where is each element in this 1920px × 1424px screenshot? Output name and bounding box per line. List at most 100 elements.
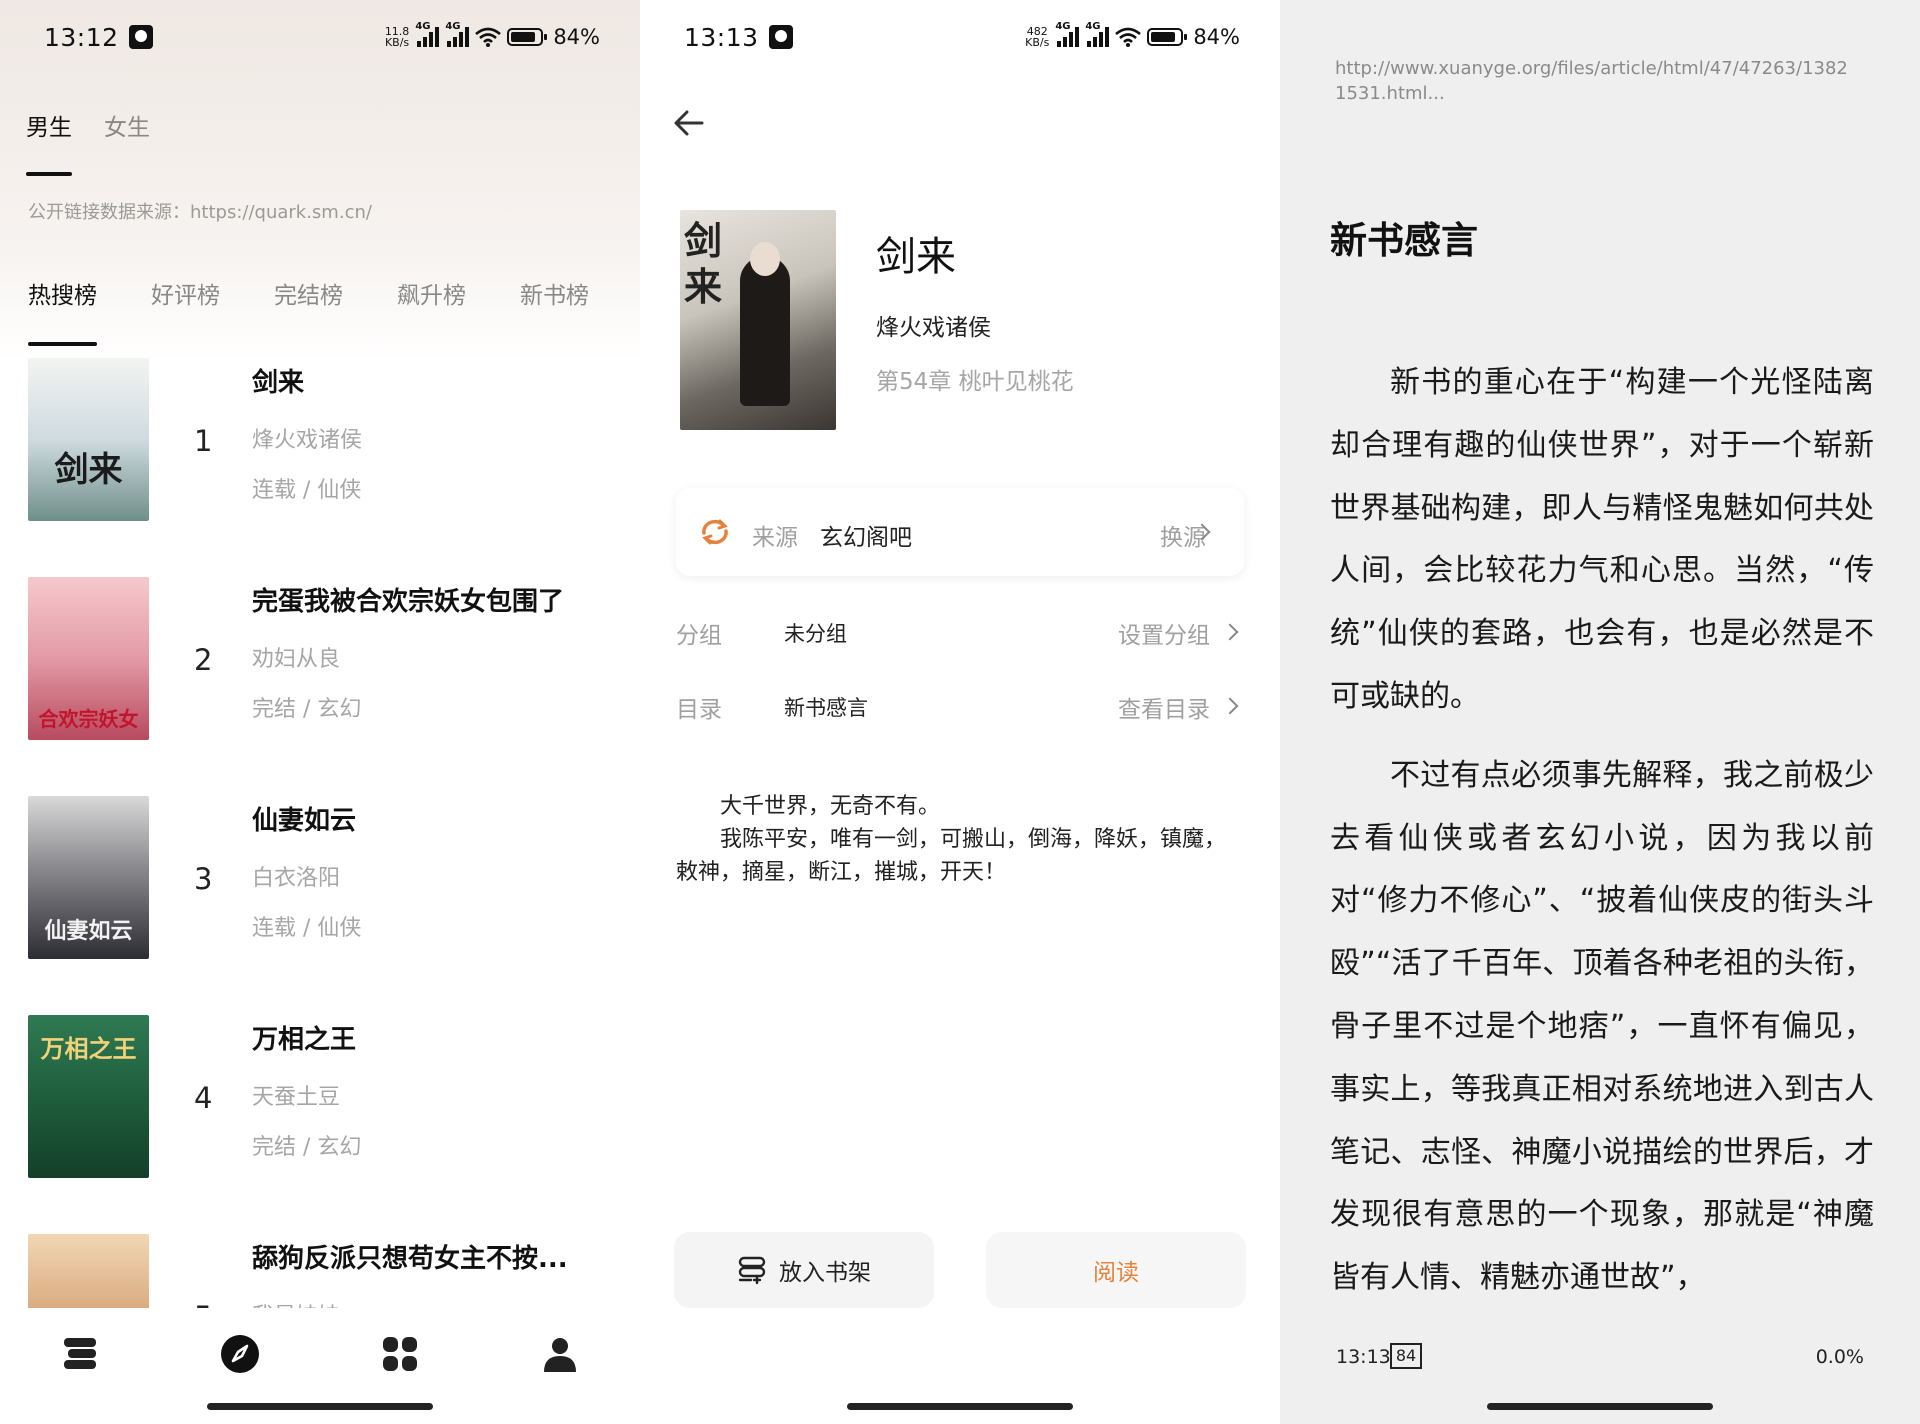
book-author[interactable]: 烽火戏诸侯 <box>876 308 991 342</box>
tab-male[interactable]: 男生 <box>26 108 72 176</box>
notification-icon <box>128 25 153 49</box>
net-speed-unit: KB/s <box>1025 36 1050 49</box>
read-label: 阅读 <box>1093 1260 1139 1286</box>
book-cover: 合欢宗妖女 <box>28 577 149 740</box>
reader-footer: 13:13 84 0.0% <box>1336 1343 1864 1376</box>
book-author: 天蚕土豆 <box>252 1085 341 1110</box>
signal-icon: 4G <box>1085 21 1110 47</box>
signal-type: 4G <box>1085 21 1101 32</box>
book-author: 我是娃娃 <box>252 1298 340 1308</box>
book-tags: 连载 / 仙侠 <box>252 916 362 941</box>
battery-icon <box>1147 28 1188 46</box>
cover-title: 剑来 <box>54 450 123 490</box>
book-cover: 万相之王 <box>28 1015 149 1178</box>
rank-list: 剑来 1 剑来 烽火戏诸侯 连载 / 仙侠 合欢宗妖女 2 完蛋我被合欢宗妖女包… <box>28 358 620 1308</box>
tab-female[interactable]: 女生 <box>104 108 150 142</box>
book-title: 完蛋我被合欢宗妖女包围了 <box>252 587 565 617</box>
battery-percent: 84% <box>1193 25 1240 49</box>
chapter-content[interactable]: 新书的重心在于“构建一个光怪陆离却合理有趣的仙侠世界”，对于一个崭新世界基础构建… <box>1330 352 1874 1326</box>
bookshelf-icon[interactable] <box>60 1334 100 1374</box>
wifi-icon <box>1115 27 1142 47</box>
list-item[interactable]: 5 舔狗反派只想苟女主不按... 我是娃娃 <box>28 1234 620 1308</box>
discover-icon[interactable] <box>220 1334 260 1374</box>
status-bar: 13:13 482 KB/s 4G 4G 84% <box>684 21 1240 52</box>
signal-type: 4G <box>1055 21 1071 32</box>
chevron-right-icon <box>1221 623 1239 641</box>
rank-tabs: 热搜榜 好评榜 完结榜 飙升榜 新书榜 <box>28 276 589 346</box>
signal-icon: 4G <box>1055 21 1080 47</box>
tab-new-books[interactable]: 新书榜 <box>520 276 589 310</box>
intro-paragraph: 我陈平安，唯有一剑，可搬山，倒海，降妖，镇魔，敕神，摘星，断江，摧城，开天！ <box>676 827 1227 885</box>
rank-number: 1 <box>194 424 213 458</box>
wifi-icon <box>475 27 502 47</box>
chapter-url: http://www.xuanyge.org/files/article/htm… <box>1335 58 1848 104</box>
home-indicator[interactable] <box>1487 1403 1713 1410</box>
tab-hot-search[interactable]: 热搜榜 <box>28 276 97 346</box>
rank-number: 3 <box>194 862 213 896</box>
content-paragraph: 不过有点必须事先解释，我之前极少去看仙侠或者玄幻小说，因为我以前对“修力不修心”… <box>1330 757 1874 1296</box>
status-time: 13:13 <box>684 22 759 52</box>
bottom-navigation <box>0 1308 640 1424</box>
book-cover: 剑来 <box>28 358 149 521</box>
set-group-button[interactable]: 设置分组 <box>1118 616 1210 650</box>
apps-icon[interactable] <box>380 1334 420 1374</box>
group-label: 分组 <box>676 623 722 649</box>
cover-title: 剑来 <box>684 218 723 309</box>
net-speed-unit: KB/s <box>384 36 410 49</box>
source-label: 来源 <box>752 525 798 551</box>
list-item[interactable]: 仙妻如云 3 仙妻如云 白衣洛阳 连载 / 仙侠 <box>28 796 620 1015</box>
notification-icon <box>768 25 793 49</box>
view-catalog-button[interactable]: 查看目录 <box>1118 690 1210 724</box>
signal-icon: 4G <box>445 21 470 47</box>
group-row[interactable]: 分组 未分组 设置分组 <box>676 612 1244 652</box>
back-arrow-icon[interactable] <box>672 106 706 140</box>
reader-time: 13:13 <box>1336 1346 1391 1368</box>
book-cover: 剑来 <box>680 210 836 430</box>
source-row[interactable]: 来源 玄幻阁吧 换源 <box>676 488 1244 576</box>
cover-title: 万相之王 <box>40 1034 137 1063</box>
list-item[interactable]: 合欢宗妖女 2 完蛋我被合欢宗妖女包围了 劝妇从良 完结 / 玄幻 <box>28 577 620 796</box>
home-indicator[interactable] <box>847 1403 1073 1410</box>
group-value: 未分组 <box>784 622 847 646</box>
book-tags: 完结 / 玄幻 <box>252 697 362 722</box>
tab-rising[interactable]: 飙升榜 <box>397 276 466 310</box>
book-cover: 仙妻如云 <box>28 796 149 959</box>
chapter-title: 新书感言 <box>1330 219 1478 262</box>
read-button[interactable]: 阅读 <box>986 1232 1246 1308</box>
list-item[interactable]: 万相之王 4 万相之王 天蚕土豆 完结 / 玄幻 <box>28 1015 620 1234</box>
book-cover <box>28 1234 149 1308</box>
status-time: 13:12 <box>44 22 119 52</box>
catalog-label: 目录 <box>676 697 722 723</box>
catalog-row[interactable]: 目录 新书感言 查看目录 <box>676 686 1244 726</box>
cover-title: 仙妻如云 <box>44 918 133 944</box>
add-to-shelf-label: 放入书架 <box>779 1260 871 1286</box>
list-item[interactable]: 剑来 1 剑来 烽火戏诸侯 连载 / 仙侠 <box>28 358 620 577</box>
home-indicator[interactable] <box>207 1403 433 1410</box>
discover-panel: 13:12 11.8 KB/s 4G 4G 84% 男生 女生 公开链接数据来源… <box>0 0 640 1424</box>
rank-number: 2 <box>194 643 213 677</box>
book-title: 剑来 <box>252 368 305 398</box>
latest-chapter[interactable]: 第54章 桃叶见桃花 <box>876 362 1074 396</box>
tab-top-rated[interactable]: 好评榜 <box>151 276 220 310</box>
reading-progress: 0.0% <box>1815 1346 1864 1368</box>
book-title: 仙妻如云 <box>252 806 357 836</box>
book-title: 剑来 <box>876 234 956 280</box>
content-paragraph: 新书的重心在于“构建一个光怪陆离却合理有趣的仙侠世界”，对于一个崭新世界基础构建… <box>1330 365 1874 714</box>
shelf-icon <box>738 1256 766 1285</box>
add-to-shelf-button[interactable]: 放入书架 <box>674 1232 934 1308</box>
status-bar: 13:12 11.8 KB/s 4G 4G 84% <box>44 21 600 52</box>
tab-completed[interactable]: 完结榜 <box>274 276 343 310</box>
profile-icon[interactable] <box>540 1334 580 1374</box>
catalog-value: 新书感言 <box>784 696 868 720</box>
gender-tabs: 男生 女生 <box>26 108 150 176</box>
refresh-source-icon <box>702 519 728 545</box>
chevron-right-icon <box>1221 697 1239 715</box>
net-speed: 11.8 KB/s <box>385 26 410 48</box>
data-source-note: 公开链接数据来源：https://quark.sm.cn/ <box>28 202 372 223</box>
book-author: 白衣洛阳 <box>252 866 341 891</box>
cover-title: 合欢宗妖女 <box>38 707 139 731</box>
signal-icon: 4G <box>415 21 440 47</box>
signal-type: 4G <box>415 21 431 32</box>
battery-icon <box>507 28 548 46</box>
book-author: 烽火戏诸侯 <box>252 428 363 453</box>
